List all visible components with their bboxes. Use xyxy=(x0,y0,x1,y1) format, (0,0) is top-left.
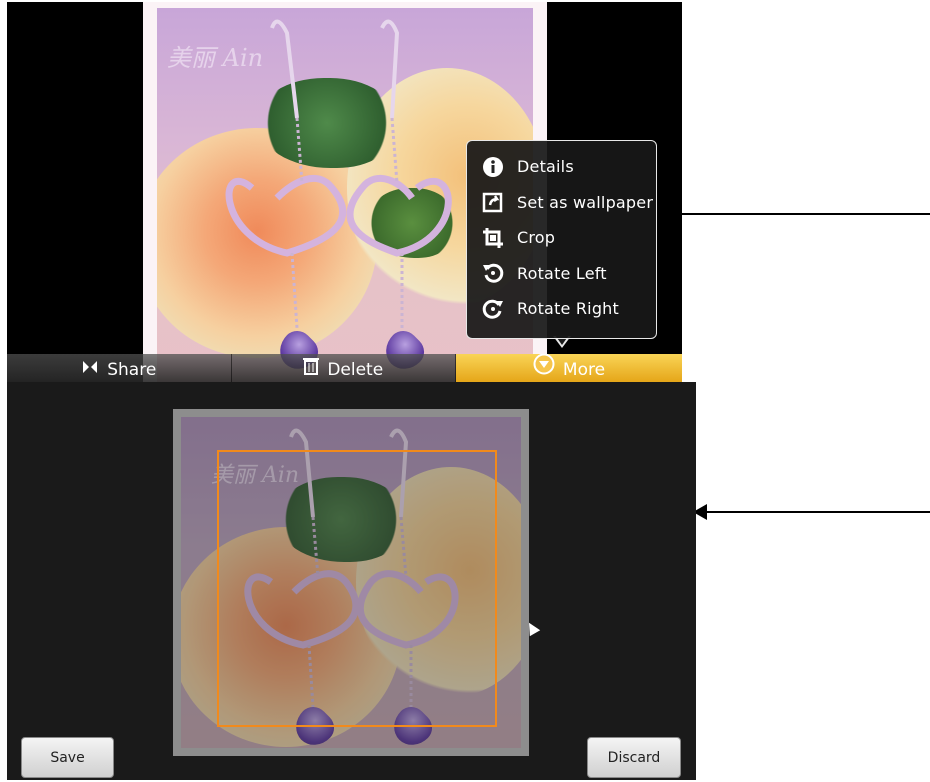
info-icon xyxy=(481,155,505,179)
share-icon xyxy=(81,358,99,382)
trash-icon xyxy=(303,357,320,382)
crop-photo-image: 美丽 Ain xyxy=(181,417,521,748)
crop-icon xyxy=(481,226,505,250)
menu-item-details[interactable]: Details xyxy=(467,149,656,185)
rotate-left-icon xyxy=(481,261,505,285)
menu-item-set-as-wallpaper[interactable]: Set as wallpaper xyxy=(467,185,656,221)
more-popup-menu: Details Set as wallpaper Crop Rotate Lef… xyxy=(466,140,657,339)
menu-item-label: Rotate Left xyxy=(517,263,607,283)
save-button[interactable]: Save xyxy=(21,737,114,778)
annotation-line xyxy=(682,213,930,215)
action-bar: Share Delete More xyxy=(7,354,682,382)
menu-item-rotate-left[interactable]: Rotate Left xyxy=(467,256,656,292)
delete-label: Delete xyxy=(327,360,384,380)
more-button[interactable]: More xyxy=(456,354,682,382)
wallpaper-icon xyxy=(481,190,505,214)
share-label: Share xyxy=(107,360,157,380)
more-label: More xyxy=(562,360,606,380)
share-button[interactable]: Share xyxy=(7,354,232,382)
menu-item-label: Rotate Right xyxy=(517,299,620,319)
crop-editor-screen: 美丽 Ain Save Discard xyxy=(7,382,696,780)
annotation-arrow-line xyxy=(706,511,930,513)
crop-canvas: 美丽 Ain xyxy=(173,409,529,756)
delete-button[interactable]: Delete xyxy=(232,354,456,382)
menu-item-crop[interactable]: Crop xyxy=(467,220,656,256)
more-icon xyxy=(533,354,555,382)
crop-selection-rectangle[interactable] xyxy=(217,450,497,727)
menu-item-label: Details xyxy=(517,157,574,177)
rotate-right-icon xyxy=(481,297,505,321)
discard-button[interactable]: Discard xyxy=(587,737,681,778)
menu-item-rotate-right[interactable]: Rotate Right xyxy=(467,291,656,327)
watermark-text: 美丽 Ain xyxy=(167,44,264,72)
menu-item-label: Set as wallpaper xyxy=(517,192,654,212)
menu-item-label: Crop xyxy=(517,228,556,248)
